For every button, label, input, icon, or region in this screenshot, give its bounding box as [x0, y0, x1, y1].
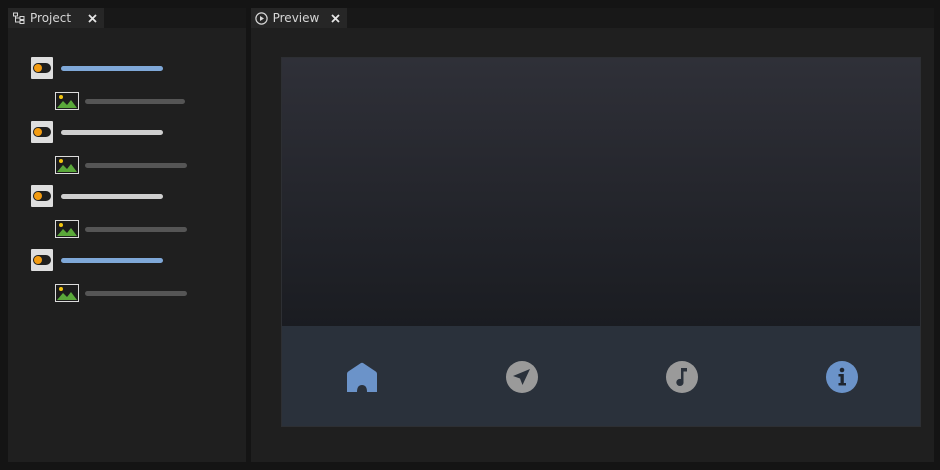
tab-project-label: Project [30, 11, 72, 25]
tree-item-toggle-1[interactable] [31, 57, 163, 79]
music-note-icon [666, 361, 698, 393]
preview-panel: Preview [251, 8, 934, 462]
image-icon [55, 284, 79, 302]
toggle-icon [31, 249, 53, 271]
tree-item-label [61, 193, 163, 199]
image-icon [55, 92, 79, 110]
tree-item-label [85, 226, 187, 232]
tree-item-image-1[interactable] [55, 91, 185, 111]
nav-music-button[interactable] [665, 360, 699, 394]
node-tree-icon [12, 11, 26, 25]
tree-item-image-3[interactable] [55, 219, 187, 239]
play-circle-icon [255, 11, 269, 25]
tab-project[interactable]: Project [8, 8, 104, 28]
toggle-icon [31, 185, 53, 207]
tree-item-label [61, 65, 163, 71]
nav-send-button[interactable] [505, 360, 539, 394]
home-icon [347, 362, 377, 392]
preview-screen [281, 57, 921, 427]
tree-item-image-2[interactable] [55, 155, 187, 175]
project-panel: Project [8, 8, 246, 462]
close-icon[interactable] [86, 12, 98, 24]
tree-item-label [85, 162, 187, 168]
nav-home-button[interactable] [345, 360, 379, 394]
tree-item-image-4[interactable] [55, 283, 187, 303]
tab-preview[interactable]: Preview [251, 8, 347, 28]
tree-item-label [85, 98, 185, 104]
tree-item-label [61, 129, 163, 135]
toggle-icon [31, 121, 53, 143]
image-icon [55, 220, 79, 238]
image-icon [55, 156, 79, 174]
toggle-icon [31, 57, 53, 79]
preview-tabbar: Preview [251, 8, 934, 28]
nav-info-button[interactable] [825, 360, 859, 394]
bottom-nav-bar [282, 326, 920, 426]
tree-item-label [85, 290, 187, 296]
tree-item-label [61, 257, 163, 263]
close-icon[interactable] [329, 12, 341, 24]
tree-item-toggle-3[interactable] [31, 185, 163, 207]
info-icon [826, 361, 858, 393]
send-icon [506, 361, 538, 393]
project-tabbar: Project [8, 8, 246, 28]
tab-preview-label: Preview [272, 11, 320, 25]
tree-item-toggle-2[interactable] [31, 121, 163, 143]
preview-content-area [282, 58, 920, 328]
tree-item-toggle-4[interactable] [31, 249, 163, 271]
